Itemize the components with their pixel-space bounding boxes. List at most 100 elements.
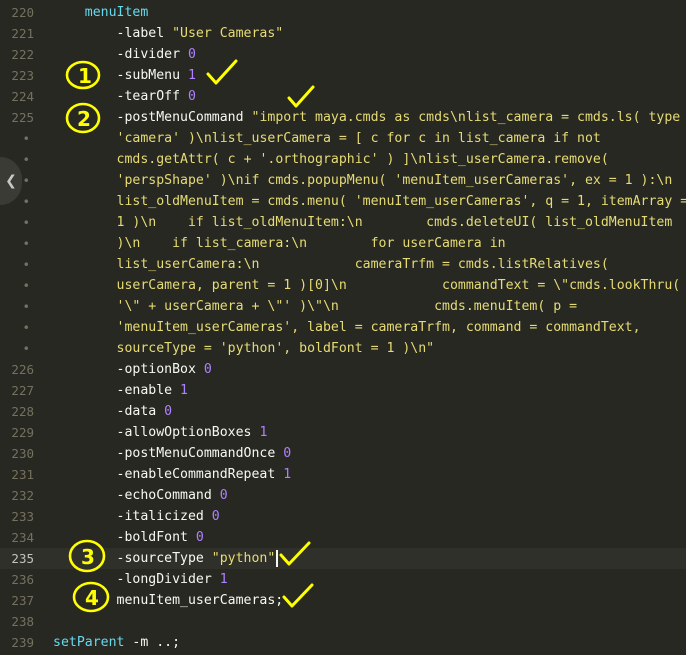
text-token: -italicized — [53, 509, 212, 524]
code-line[interactable]: 227 -enable 1 — [0, 380, 686, 401]
text-token: -tearOff — [53, 89, 188, 104]
number-token: 0 — [187, 47, 196, 62]
wrap-marker: • — [22, 341, 30, 356]
text-token: -boldFont — [53, 530, 196, 545]
text-token: -enable — [53, 383, 181, 398]
string-token: "User Cameras" — [172, 26, 284, 41]
text-token: -enableCommandRepeat — [53, 467, 284, 482]
string-token: 'camera' )\nlist_userCamera = [ c for c … — [116, 131, 601, 146]
string-token: 1 )\n if list_oldMenuItem:\n cmds.delete… — [116, 215, 673, 230]
line-number: 229 — [11, 425, 34, 440]
line-number: 233 — [11, 509, 34, 524]
code-line-wrapped[interactable]: • )\n if list_camera:\n for userCamera i… — [0, 233, 686, 254]
string-token: 'menuItem_userCameras', label = cameraTr… — [116, 320, 641, 335]
line-number: 226 — [11, 362, 34, 377]
code-line[interactable]: 235 -sourceType "python" — [0, 548, 686, 569]
code-line[interactable]: 223 -subMenu 1 — [0, 65, 686, 86]
line-number: 231 — [11, 467, 34, 482]
wrap-marker: • — [22, 320, 30, 335]
code-text: -postMenuCommand "import maya.cmds as cm… — [53, 107, 686, 128]
code-text: -boldFont 0 — [53, 527, 204, 548]
code-text: 'menuItem_userCameras', label = cameraTr… — [53, 317, 641, 338]
number-token: 1 — [283, 467, 292, 482]
code-line[interactable]: 220 menuItem — [0, 2, 686, 23]
text-token: -sourceType — [53, 551, 212, 566]
code-text: -sourceType "python" — [53, 548, 279, 569]
line-number: 230 — [11, 446, 34, 461]
string-token: 'perspShape' )\nif cmds.popupMenu( 'menu… — [116, 173, 673, 188]
code-line-wrapped[interactable]: • cmds.getAttr( c + '.orthographic' ) ]\… — [0, 149, 686, 170]
text-token: -subMenu — [53, 68, 188, 83]
keyword-token: setParent — [53, 635, 125, 650]
wrap-marker: • — [22, 173, 30, 188]
code-text: )\n if list_camera:\n for userCamera in — [53, 233, 506, 254]
text-token: -allowOptionBoxes — [53, 425, 260, 440]
line-number: 227 — [11, 383, 34, 398]
code-text: -italicized 0 — [53, 506, 220, 527]
string-token: sourceType = 'python', boldFont = 1 )\n" — [116, 341, 435, 356]
string-token: cmds.getAttr( c + '.orthographic' ) ]\nl… — [116, 152, 609, 167]
code-text: -subMenu 1 — [53, 65, 196, 86]
text-token: -data — [53, 404, 165, 419]
code-line[interactable]: 226 -optionBox 0 — [0, 359, 686, 380]
code-text: -data 0 — [53, 401, 173, 422]
code-line[interactable]: 238 — [0, 611, 686, 632]
code-text: 'camera' )\nlist_userCamera = [ c for c … — [53, 128, 601, 149]
code-line[interactable]: 239 setParent -m ..; — [0, 632, 686, 653]
code-text: -allowOptionBoxes 1 — [53, 422, 268, 443]
code-line[interactable]: 225 -postMenuCommand "import maya.cmds a… — [0, 107, 686, 128]
code-line[interactable]: 234 -boldFont 0 — [0, 527, 686, 548]
code-line-wrapped[interactable]: • 'camera' )\nlist_userCamera = [ c for … — [0, 128, 686, 149]
line-number: 232 — [11, 488, 34, 503]
code-editor[interactable]: ❮ 220 menuItem 221 -label "User Cameras" 2… — [0, 0, 686, 655]
code-line[interactable]: 236 -longDivider 1 — [0, 569, 686, 590]
text-cursor — [276, 549, 279, 567]
code-line[interactable]: 222 -divider 0 — [0, 44, 686, 65]
string-token: '\" + userCamera + \"' )\"\n cmds.menuIt… — [116, 299, 578, 314]
wrap-marker: • — [22, 257, 30, 272]
string-token: "python" — [211, 551, 276, 566]
code-text: list_oldMenuItem = cmds.menu( 'menuItem_… — [53, 191, 686, 212]
line-number: 224 — [11, 89, 34, 104]
text-token: -postMenuCommandOnce — [53, 446, 284, 461]
number-token: 0 — [211, 509, 220, 524]
code-text: 'perspShape' )\nif cmds.popupMenu( 'menu… — [53, 170, 673, 191]
wrap-marker: • — [22, 278, 30, 293]
text-token: -m ..; — [124, 635, 181, 650]
code-line-wrapped[interactable]: • 'menuItem_userCameras', label = camera… — [0, 317, 686, 338]
wrap-marker: • — [22, 236, 30, 251]
string-token: "import maya.cmds as cmds\nlist_camera =… — [251, 110, 686, 125]
code-line-wrapped[interactable]: • list_oldMenuItem = cmds.menu( 'menuIte… — [0, 191, 686, 212]
code-line[interactable]: 230 -postMenuCommandOnce 0 — [0, 443, 686, 464]
code-line-wrapped[interactable]: • '\" + userCamera + \"' )\"\n cmds.menu… — [0, 296, 686, 317]
text-token: -divider — [53, 47, 188, 62]
code-line[interactable]: 233 -italicized 0 — [0, 506, 686, 527]
text-token: -longDivider — [53, 572, 220, 587]
code-line[interactable]: 237 menuItem_userCameras; — [0, 590, 686, 611]
number-token: 0 — [187, 89, 196, 104]
code-line[interactable]: 232 -echoCommand 0 — [0, 485, 686, 506]
wrap-marker: • — [22, 215, 30, 230]
line-number: 222 — [11, 47, 34, 62]
code-line-wrapped[interactable]: • userCamera, parent = 1 )[0]\n commandT… — [0, 275, 686, 296]
code-line-wrapped[interactable]: • list_userCamera:\n cameraTrfm = cmds.l… — [0, 254, 686, 275]
line-number: 235 — [11, 551, 34, 566]
code-line-wrapped[interactable]: • sourceType = 'python', boldFont = 1 )\… — [0, 338, 686, 359]
code-text: setParent -m ..; — [53, 632, 180, 653]
code-line-wrapped[interactable]: • 1 )\n if list_oldMenuItem:\n cmds.dele… — [0, 212, 686, 233]
code-text: -tearOff 0 — [53, 86, 196, 107]
code-line[interactable]: 228 -data 0 — [0, 401, 686, 422]
code-line[interactable]: 224 -tearOff 0 — [0, 86, 686, 107]
code-line[interactable]: 221 -label "User Cameras" — [0, 23, 686, 44]
code-line[interactable]: 229 -allowOptionBoxes 1 — [0, 422, 686, 443]
code-line[interactable]: 231 -enableCommandRepeat 1 — [0, 464, 686, 485]
line-number: 234 — [11, 530, 34, 545]
code-line-wrapped[interactable]: • 'perspShape' )\nif cmds.popupMenu( 'me… — [0, 170, 686, 191]
code-text: -label "User Cameras" — [53, 23, 284, 44]
line-number: 238 — [11, 614, 34, 629]
